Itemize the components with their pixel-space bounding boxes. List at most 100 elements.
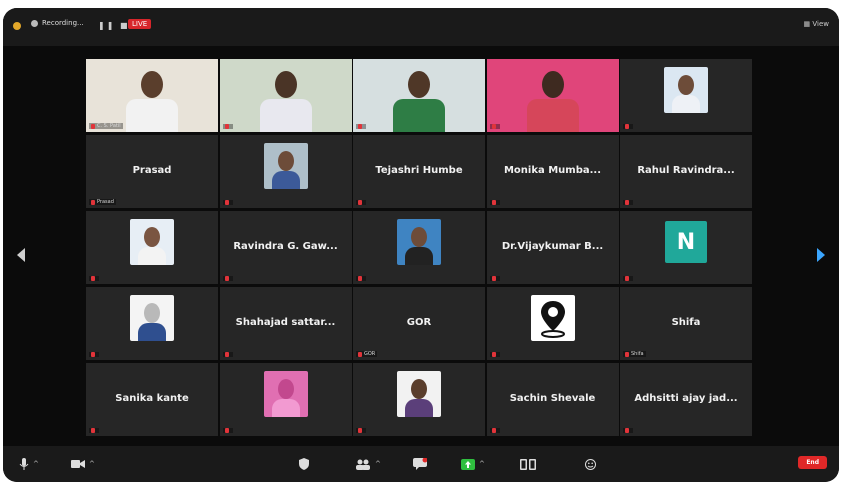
participant-tag-label: Prasad xyxy=(97,199,114,205)
participant-name-tag xyxy=(222,352,233,357)
participant-name-tag xyxy=(623,124,633,129)
participant-tile[interactable] xyxy=(86,287,218,360)
muted-mic-icon xyxy=(625,351,629,357)
chat-button[interactable] xyxy=(413,458,427,470)
participant-name-tag xyxy=(356,276,366,281)
shield-icon xyxy=(299,458,309,470)
participant-name: Prasad xyxy=(132,165,172,176)
gallery-grid: C. S. Patil Prasad Prasad Tejashri Humbe Mon… xyxy=(86,59,752,436)
participant-tile[interactable] xyxy=(353,363,485,436)
participant-tile[interactable]: Rahul Ravindra... xyxy=(620,135,752,208)
reactions-button[interactable] xyxy=(585,458,596,470)
participant-name-tag xyxy=(222,124,233,129)
participant-name-tag: GOR xyxy=(356,351,378,357)
participant-tag-label: Shifa xyxy=(631,351,644,357)
video-camera-icon xyxy=(71,460,85,468)
live-badge[interactable]: LIVE xyxy=(128,19,152,29)
profile-picture xyxy=(397,219,441,265)
muted-mic-icon xyxy=(224,124,229,129)
chevron-up-icon[interactable]: ^ xyxy=(89,460,95,468)
view-button[interactable]: ▦ View xyxy=(804,20,829,28)
participant-tile[interactable]: Shahajad sattar... xyxy=(219,287,352,360)
participant-video xyxy=(353,59,485,132)
participant-name-tag: Prasad xyxy=(89,199,116,205)
participant-name-tag xyxy=(222,276,233,281)
muted-mic-icon xyxy=(491,200,496,205)
muted-mic-icon xyxy=(358,276,362,281)
participant-tile[interactable] xyxy=(620,59,752,132)
participant-tile[interactable]: GOR GOR xyxy=(353,287,485,360)
participant-name-tag xyxy=(489,352,500,357)
participant-tile[interactable]: Sanika kante xyxy=(86,363,218,436)
participant-tile[interactable] xyxy=(219,135,352,208)
mic-icon xyxy=(19,458,29,470)
muted-mic-icon xyxy=(491,352,496,357)
recording-label: Recording... xyxy=(42,19,84,27)
security-button[interactable] xyxy=(299,458,309,470)
participant-tile[interactable]: Prasad Prasad xyxy=(86,135,218,208)
participant-name-tag xyxy=(623,276,633,281)
profile-picture xyxy=(397,371,441,417)
participant-tile[interactable] xyxy=(353,59,485,132)
participant-name: Adhsitti ajay jad... xyxy=(634,393,738,404)
stop-video-button[interactable]: ^ xyxy=(71,458,95,470)
participant-tile[interactable]: Dr.Vijaykumar B... xyxy=(486,211,619,284)
chevron-up-icon[interactable]: ^ xyxy=(479,460,485,468)
end-meeting-button[interactable]: End xyxy=(798,456,827,469)
participant-tile[interactable] xyxy=(486,287,619,360)
participants-button[interactable]: ^ xyxy=(355,458,381,470)
chevron-up-icon[interactable]: ^ xyxy=(33,460,39,468)
meeting-info-icon[interactable] xyxy=(13,22,21,30)
profile-picture xyxy=(664,67,708,113)
participant-tile[interactable]: Adhsitti ajay jad... xyxy=(620,363,752,436)
initial-avatar: N xyxy=(665,221,707,263)
reactions-icon xyxy=(585,458,596,470)
muted-mic-icon xyxy=(491,428,496,433)
muted-mic-icon xyxy=(625,276,629,281)
participant-name-tag xyxy=(489,276,500,281)
participant-tile[interactable]: Shifa Shifa xyxy=(620,287,752,360)
participant-tile[interactable] xyxy=(353,211,485,284)
pause-stop-icons[interactable]: ❚❚ ■ xyxy=(98,21,130,30)
next-page-arrow-icon[interactable] xyxy=(817,248,825,262)
participant-name: Dr.Vijaykumar B... xyxy=(501,241,604,252)
participant-name-tag xyxy=(89,352,99,357)
participant-tile[interactable]: Tejashri Humbe xyxy=(353,135,485,208)
muted-mic-icon xyxy=(91,276,95,281)
participant-name-tag xyxy=(489,200,500,205)
mute-button[interactable]: ^ xyxy=(19,458,39,470)
participant-name: Ravindra G. Gaw... xyxy=(233,241,338,252)
participant-name: Tejashri Humbe xyxy=(375,165,463,176)
profile-picture xyxy=(263,143,308,189)
recording-indicator[interactable]: Recording... xyxy=(31,19,84,27)
breakout-rooms-icon xyxy=(520,458,536,470)
participant-tile[interactable]: Sachin Shevale xyxy=(486,363,619,436)
participant-name-tag: C. S. Patil xyxy=(89,123,123,129)
muted-mic-icon xyxy=(91,352,95,357)
participant-tag-label: C. S. Patil xyxy=(97,123,121,129)
participant-tile[interactable]: N xyxy=(620,211,752,284)
breakout-rooms-button[interactable] xyxy=(520,458,536,470)
profile-picture xyxy=(130,219,174,265)
muted-mic-icon xyxy=(358,428,362,433)
participant-tile[interactable]: Ravindra G. Gaw... xyxy=(219,211,352,284)
share-screen-button[interactable]: ^ xyxy=(461,458,485,470)
participant-tile[interactable] xyxy=(86,211,218,284)
participant-tile[interactable]: Monika Mumba... xyxy=(486,135,619,208)
top-toolbar: Recording... ❚❚ ■ LIVE ▦ View xyxy=(3,8,839,46)
participant-name: Sanika kante xyxy=(115,393,189,404)
participant-tile[interactable]: C. S. Patil xyxy=(86,59,218,132)
muted-mic-icon xyxy=(224,276,229,281)
participant-name-tag xyxy=(623,428,633,433)
participant-name: Monika Mumba... xyxy=(503,165,602,176)
participant-tile[interactable] xyxy=(486,59,619,132)
participant-tile[interactable] xyxy=(219,59,352,132)
participant-tile[interactable] xyxy=(219,363,352,436)
muted-mic-icon xyxy=(358,124,362,129)
previous-page-arrow-icon[interactable] xyxy=(17,248,25,262)
muted-mic-icon xyxy=(224,200,229,205)
muted-mic-icon xyxy=(224,352,229,357)
record-icon xyxy=(31,19,38,27)
participant-name-tag xyxy=(89,428,99,433)
chevron-up-icon[interactable]: ^ xyxy=(375,460,381,468)
